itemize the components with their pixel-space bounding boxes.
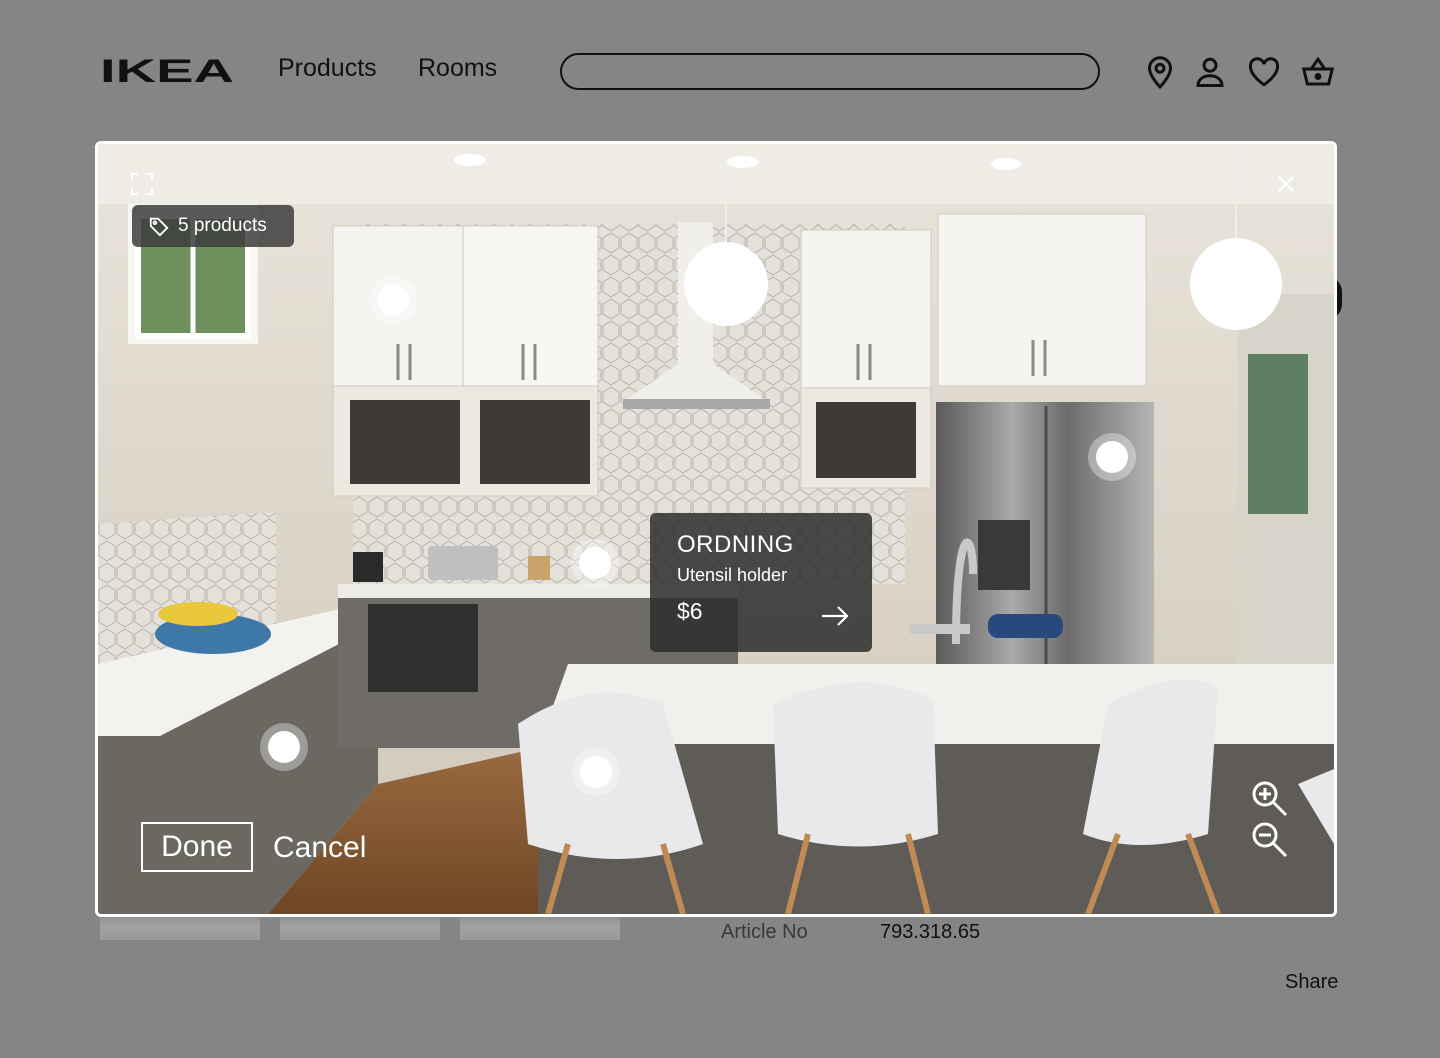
product-name: ORDNING bbox=[677, 531, 794, 558]
close-icon[interactable] bbox=[1274, 172, 1298, 196]
product-tooltip[interactable]: ORDNING Utensil holder $6 bbox=[650, 513, 872, 652]
products-count-label: 5 products bbox=[178, 215, 267, 236]
share-link[interactable]: Share bbox=[1285, 971, 1338, 994]
basket-icon[interactable] bbox=[1298, 52, 1338, 92]
product-description: Utensil holder bbox=[677, 565, 788, 585]
arrow-right-icon[interactable] bbox=[820, 604, 850, 628]
products-count-badge[interactable]: 5 products bbox=[132, 205, 294, 247]
nav-products[interactable]: Products bbox=[278, 54, 377, 83]
article-number-value: 793.318.65 bbox=[880, 921, 981, 943]
nav-rooms[interactable]: Rooms bbox=[418, 54, 497, 83]
cancel-button[interactable]: Cancel bbox=[273, 824, 366, 872]
zoom-in-icon[interactable] bbox=[1250, 779, 1290, 819]
product-hotspot[interactable] bbox=[572, 748, 620, 796]
article-number-label: Article No bbox=[721, 921, 808, 943]
search-input[interactable] bbox=[560, 53, 1100, 90]
heart-icon[interactable] bbox=[1244, 52, 1284, 92]
logo-text: IKEA bbox=[100, 56, 234, 86]
room-image-modal: 5 products ORDNING Utensil holder $6 Don… bbox=[95, 141, 1337, 917]
product-hotspot[interactable] bbox=[1088, 433, 1136, 481]
zoom-out-icon[interactable] bbox=[1250, 820, 1290, 860]
ikea-logo[interactable]: IKEA bbox=[100, 56, 236, 86]
tag-icon bbox=[149, 217, 169, 237]
product-hotspot-active[interactable] bbox=[571, 539, 619, 587]
expand-icon[interactable] bbox=[131, 173, 153, 195]
done-button[interactable]: Done bbox=[141, 822, 253, 872]
product-hotspot[interactable] bbox=[260, 723, 308, 771]
user-icon[interactable] bbox=[1190, 52, 1230, 92]
product-hotspot[interactable] bbox=[369, 276, 417, 324]
location-pin-icon[interactable] bbox=[1140, 52, 1180, 92]
